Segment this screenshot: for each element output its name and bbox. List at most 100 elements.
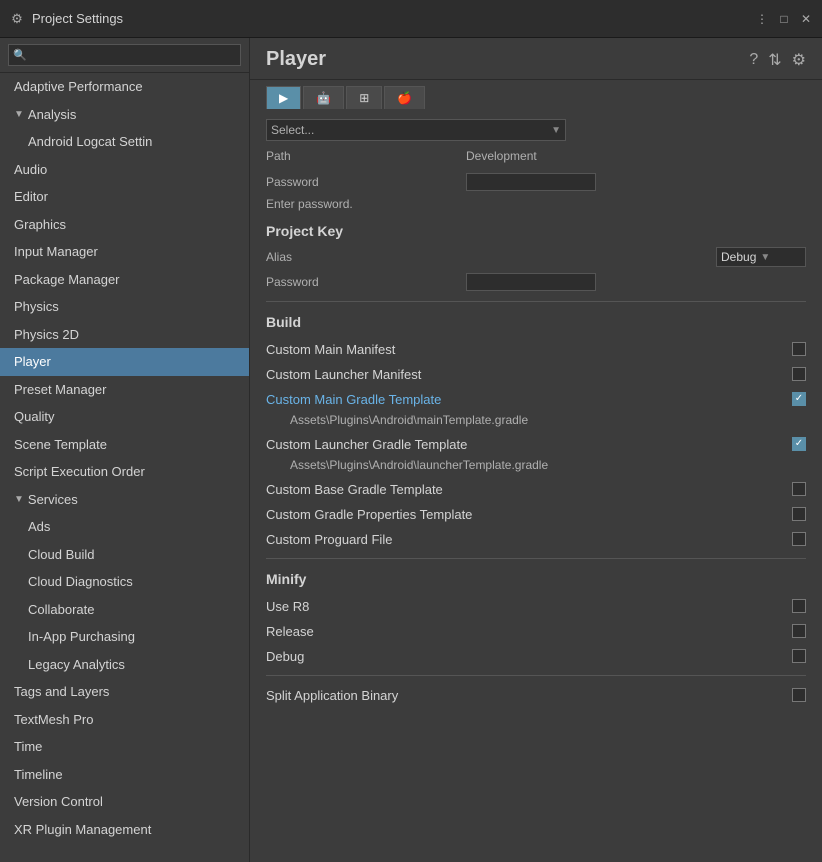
window-title: Project Settings <box>32 11 754 26</box>
build-label-custom-gradle-properties: Custom Gradle Properties Template <box>266 507 792 522</box>
title-bar: ⚙ Project Settings ⋮ □ ✕ <box>0 0 822 38</box>
minify-checkbox-use-r8[interactable] <box>792 599 806 613</box>
platform-tabs: ▶ 🤖 ⊞ 🍎 <box>250 80 822 109</box>
sidebar-item-tags-and-layers[interactable]: Tags and Layers <box>0 678 249 706</box>
alias-row: Alias Debug ▼ <box>266 247 806 267</box>
checkbox-row-custom-gradle-properties: Custom Gradle Properties Template <box>266 503 806 525</box>
password-key-input[interactable] <box>466 273 596 291</box>
sidebar-item-adaptive-performance[interactable]: Adaptive Performance <box>0 73 249 101</box>
sidebar-item-quality[interactable]: Quality <box>0 403 249 431</box>
help-button[interactable]: ? <box>749 51 758 69</box>
sidebar-item-cloud-diagnostics[interactable]: Cloud Diagnostics <box>0 568 249 596</box>
build-item-custom-launcher-manifest: Custom Launcher Manifest <box>266 363 806 385</box>
build-label-custom-launcher-manifest: Custom Launcher Manifest <box>266 367 792 382</box>
sidebar-item-textmesh-pro[interactable]: TextMesh Pro <box>0 706 249 734</box>
minify-checkbox-release[interactable] <box>792 624 806 638</box>
content-body: Select... ▼ Path Development Password En… <box>250 109 822 862</box>
sidebar-item-in-app-purchasing[interactable]: In-App Purchasing <box>0 623 249 651</box>
sidebar-item-script-execution-order[interactable]: Script Execution Order <box>0 458 249 486</box>
development-label: Development <box>466 149 537 163</box>
content-area: Player ? ⇅ ⚙ ▶ 🤖 ⊞ 🍎 Select... ▼ <box>250 38 822 862</box>
select-row: Select... ▼ <box>266 119 806 141</box>
sidebar-item-cloud-build[interactable]: Cloud Build <box>0 541 249 569</box>
checkbox-custom-launcher-gradle[interactable] <box>792 437 806 451</box>
sidebar-item-preset-manager[interactable]: Preset Manager <box>0 376 249 404</box>
password-hint: Enter password. <box>266 197 806 211</box>
sidebar-item-services[interactable]: ▼Services <box>0 486 249 514</box>
sidebar-item-ads[interactable]: Ads <box>0 513 249 541</box>
checkbox-row-custom-launcher-gradle: Custom Launcher Gradle Template <box>266 433 806 455</box>
content-header: Player ? ⇅ ⚙ <box>250 38 822 80</box>
sidebar-item-scene-template[interactable]: Scene Template <box>0 431 249 459</box>
settings-button[interactable]: ⚙ <box>792 50 806 70</box>
subpath-custom-main-gradle: Assets\Plugins\Android\mainTemplate.grad… <box>266 413 806 427</box>
sidebar-item-android-logcat[interactable]: Android Logcat Settin <box>0 128 249 156</box>
arrow-icon: ▼ <box>14 492 24 507</box>
tab-android[interactable]: 🤖 <box>303 86 344 109</box>
checkbox-custom-proguard[interactable] <box>792 532 806 546</box>
checkbox-row-custom-launcher-manifest: Custom Launcher Manifest <box>266 363 806 385</box>
password-input[interactable] <box>466 173 596 191</box>
section-divider <box>266 301 806 302</box>
minify-row-debug: Debug <box>266 645 806 667</box>
search-input[interactable] <box>8 44 241 66</box>
checkbox-custom-launcher-manifest[interactable] <box>792 367 806 381</box>
checkbox-custom-base-gradle[interactable] <box>792 482 806 496</box>
sidebar-item-player[interactable]: Player <box>0 348 249 376</box>
tab-windows[interactable]: ⊞ <box>346 86 382 109</box>
minify-checkbox-debug[interactable] <box>792 649 806 663</box>
restore-button[interactable]: □ <box>776 11 792 27</box>
checkbox-custom-gradle-properties[interactable] <box>792 507 806 521</box>
sidebar-item-collaborate[interactable]: Collaborate <box>0 596 249 624</box>
build-section-header: Build <box>266 314 806 330</box>
search-wrapper: 🔍 <box>8 44 241 66</box>
select-dropdown[interactable]: Select... ▼ <box>266 119 566 141</box>
build-item-custom-launcher-gradle: Custom Launcher Gradle Template Assets\Pl… <box>266 433 806 472</box>
split-app-binary-row: Split Application Binary <box>266 684 806 706</box>
sidebar-item-version-control[interactable]: Version Control <box>0 788 249 816</box>
header-icons: ? ⇅ ⚙ <box>749 50 806 70</box>
subpath-custom-launcher-gradle: Assets\Plugins\Android\launcherTemplate.… <box>266 458 806 472</box>
checkbox-custom-main-gradle[interactable] <box>792 392 806 406</box>
arrow-icon: ▼ <box>14 107 24 122</box>
sidebar-item-physics[interactable]: Physics <box>0 293 249 321</box>
build-item-custom-gradle-properties: Custom Gradle Properties Template <box>266 503 806 525</box>
minify-divider <box>266 558 806 559</box>
sidebar-item-audio[interactable]: Audio <box>0 156 249 184</box>
close-button[interactable]: ✕ <box>798 11 814 27</box>
password-row: Password <box>266 171 806 193</box>
sidebar-item-time[interactable]: Time <box>0 733 249 761</box>
build-label-custom-base-gradle: Custom Base Gradle Template <box>266 482 792 497</box>
menu-button[interactable]: ⋮ <box>754 11 770 27</box>
layout-button[interactable]: ⇅ <box>768 50 781 70</box>
alias-dropdown-value: Debug <box>721 250 756 264</box>
sidebar-search-container: 🔍 <box>0 38 249 73</box>
sidebar-item-package-manager[interactable]: Package Manager <box>0 266 249 294</box>
minify-label-debug: Debug <box>266 649 792 664</box>
minify-row-release: Release <box>266 620 806 642</box>
build-label-custom-main-manifest: Custom Main Manifest <box>266 342 792 357</box>
sidebar-item-analysis[interactable]: ▼Analysis <box>0 101 249 129</box>
alias-dropdown[interactable]: Debug ▼ <box>716 247 806 267</box>
build-item-custom-main-manifest: Custom Main Manifest <box>266 338 806 360</box>
sidebar-item-physics-2d[interactable]: Physics 2D <box>0 321 249 349</box>
sidebar-item-xr-plugin-management[interactable]: XR Plugin Management <box>0 816 249 844</box>
sidebar: 🔍 Adaptive Performance▼AnalysisAndroid L… <box>0 38 250 862</box>
build-items-list: Custom Main Manifest Custom Launcher Mani… <box>266 338 806 550</box>
sidebar-item-timeline[interactable]: Timeline <box>0 761 249 789</box>
tab-pc[interactable]: ▶ <box>266 86 301 109</box>
dropdown-arrow-icon: ▼ <box>760 252 770 263</box>
sidebar-item-input-manager[interactable]: Input Manager <box>0 238 249 266</box>
build-item-custom-proguard: Custom Proguard File <box>266 528 806 550</box>
split-app-checkbox[interactable] <box>792 688 806 702</box>
sidebar-item-editor[interactable]: Editor <box>0 183 249 211</box>
sidebar-item-graphics[interactable]: Graphics <box>0 211 249 239</box>
sidebar-item-legacy-analytics[interactable]: Legacy Analytics <box>0 651 249 679</box>
tab-mac[interactable]: 🍎 <box>384 86 425 109</box>
minify-items-list: Use R8ReleaseDebug <box>266 595 806 667</box>
chevron-down-icon: ▼ <box>551 125 561 136</box>
path-row: Path Development <box>266 145 806 167</box>
sidebar-items-list: Adaptive Performance▼AnalysisAndroid Log… <box>0 73 249 843</box>
project-key-header: Project Key <box>266 223 806 239</box>
checkbox-custom-main-manifest[interactable] <box>792 342 806 356</box>
